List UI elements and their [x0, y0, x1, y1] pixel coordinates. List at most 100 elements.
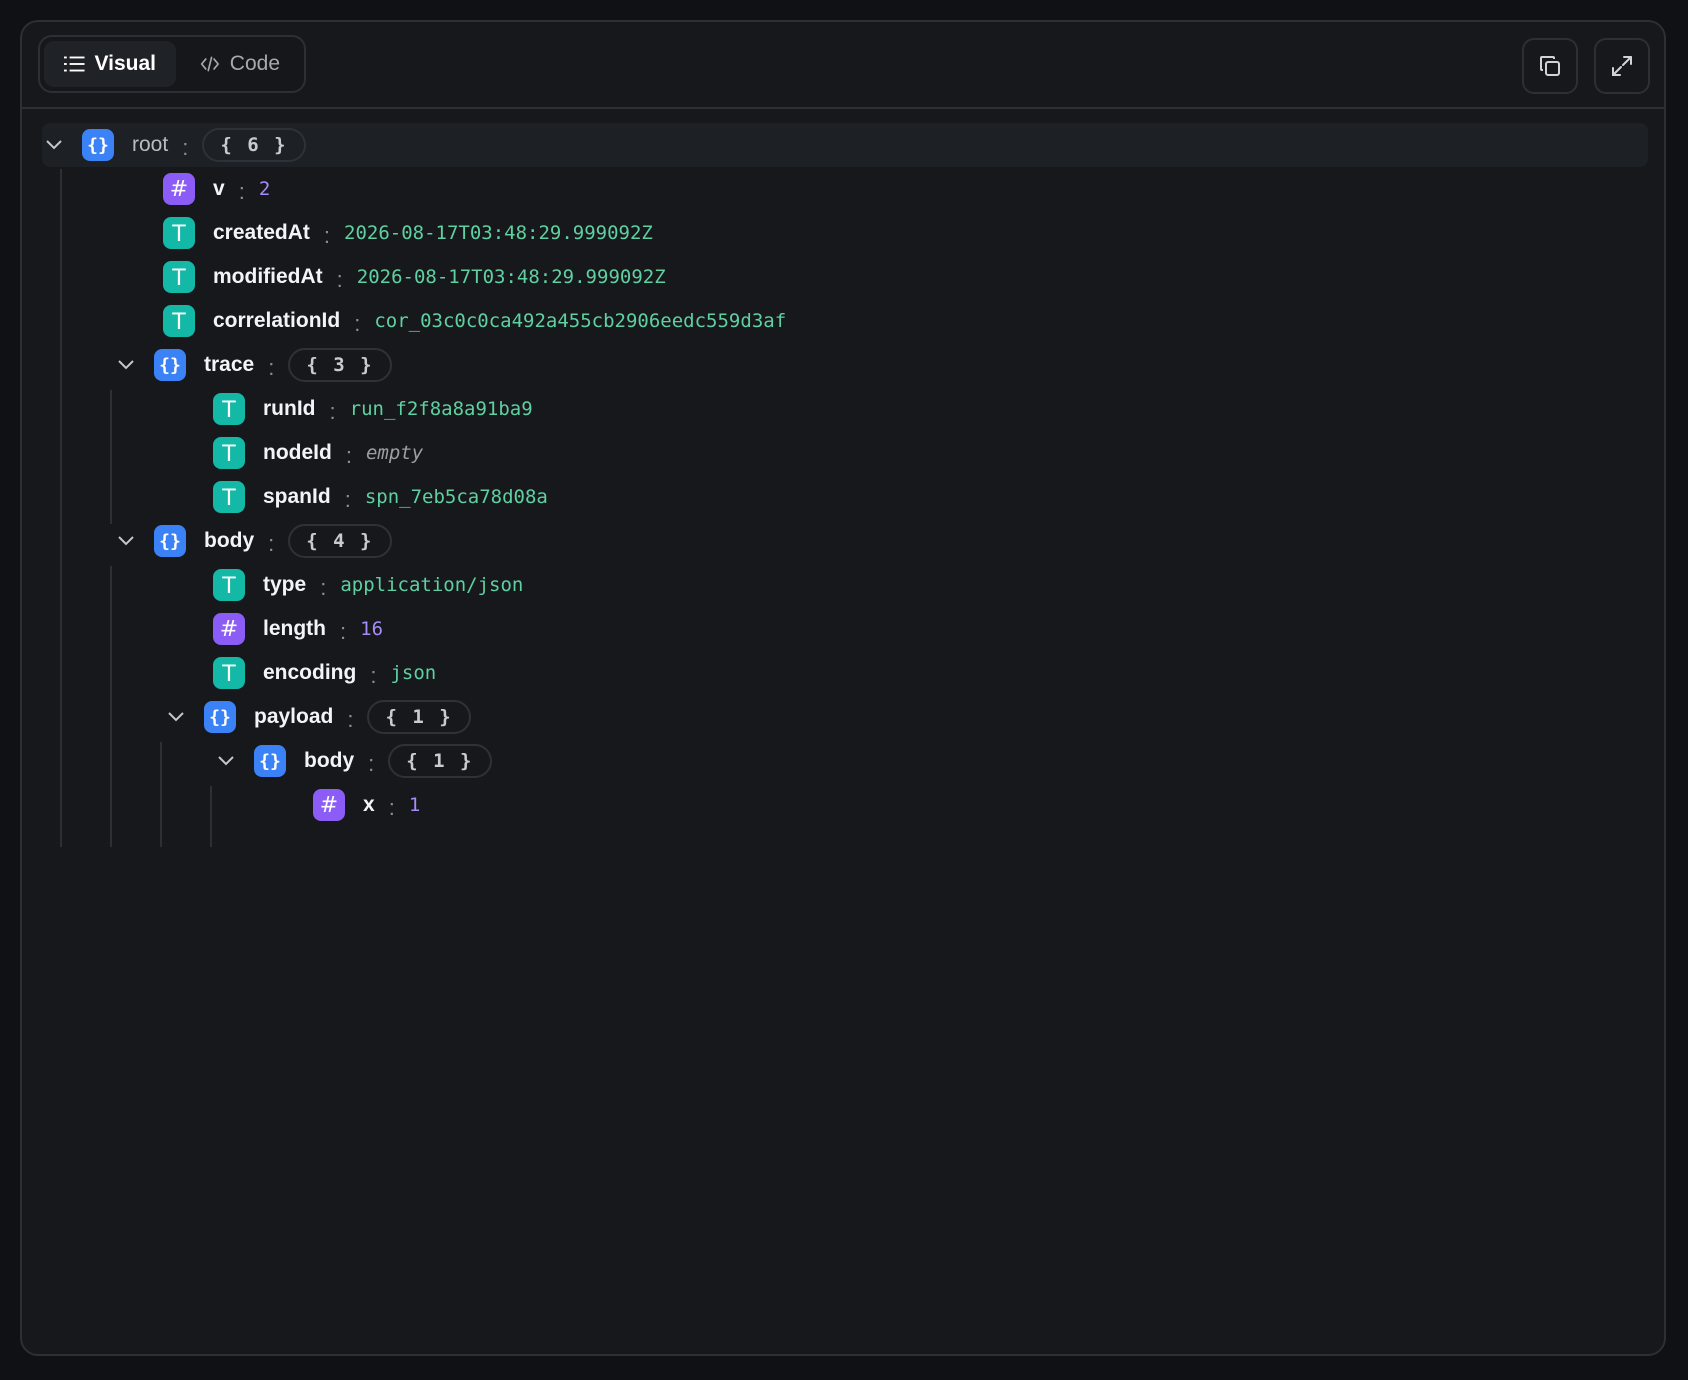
separator: : — [268, 531, 275, 556]
node-value: empty — [365, 442, 424, 464]
tree-node-modifiedAt: T modifiedAt : 2026-08-17T03:48:29.99909… — [163, 255, 666, 299]
node-key: nodeId — [263, 441, 332, 464]
tab-code-label: Code — [229, 52, 280, 75]
tree-node-payload-body: {} body : { 1 } — [212, 739, 492, 783]
node-value: run_f2f8a8a91ba9 — [349, 398, 533, 420]
separator: : — [320, 575, 327, 600]
node-key: trace — [204, 353, 255, 376]
object-type-icon: {} — [154, 525, 186, 557]
child-count-badge: { 3 } — [288, 348, 392, 382]
tree-node-spanId: T spanId : spn_7eb5ca78d08a — [213, 475, 548, 519]
separator: : — [336, 267, 343, 292]
string-type-icon: T — [163, 217, 195, 249]
separator: : — [344, 487, 351, 512]
tree-node-nodeId: T nodeId : empty — [213, 431, 423, 475]
separator: : — [340, 619, 347, 644]
string-type-icon: T — [213, 393, 245, 425]
string-type-icon: T — [163, 305, 195, 337]
node-key: root — [132, 133, 169, 156]
string-type-icon: T — [213, 437, 245, 469]
tree-node-v: # v : 2 — [163, 167, 270, 211]
chevron-down-icon — [46, 140, 62, 150]
node-key: modifiedAt — [213, 265, 323, 288]
tree-node-payload: {} payload : { 1 } — [162, 695, 471, 739]
chevron-down-icon — [168, 712, 184, 722]
node-key: v — [213, 177, 225, 200]
tree-guide-line — [110, 566, 112, 847]
collapse-toggle[interactable] — [112, 351, 140, 379]
object-type-icon: {} — [254, 745, 286, 777]
tree-node-length: # length : 16 — [213, 607, 383, 651]
node-key: body — [204, 529, 255, 552]
object-type-icon: {} — [82, 129, 114, 161]
node-value: 16 — [360, 618, 384, 640]
separator: : — [323, 223, 330, 248]
node-value: 2 — [258, 178, 271, 200]
svg-text:{}: {} — [87, 135, 109, 156]
child-count-badge: { 1 } — [388, 744, 492, 778]
string-type-icon: T — [213, 657, 245, 689]
child-count-badge: { 1 } — [367, 700, 471, 734]
tab-code[interactable]: Code — [180, 41, 300, 87]
tree-node-root: {} root : { 6 } — [40, 123, 306, 167]
svg-text:T: T — [171, 222, 186, 244]
svg-text:T: T — [221, 398, 236, 420]
node-value: 2026-08-17T03:48:29.999092Z — [344, 222, 653, 244]
tree-node-type: T type : application/json — [213, 563, 523, 607]
tree-guide-line — [60, 169, 62, 847]
separator: : — [329, 399, 336, 424]
separator: : — [368, 751, 375, 776]
number-type-icon: # — [163, 173, 195, 205]
svg-text:T: T — [221, 442, 236, 464]
node-value: application/json — [340, 574, 524, 596]
node-key: encoding — [263, 661, 357, 684]
object-type-icon: {} — [154, 349, 186, 381]
tree-node-correlationId: T correlationId : cor_03c0c0ca492a455cb2… — [163, 299, 786, 343]
collapse-toggle[interactable] — [212, 747, 240, 775]
separator: : — [238, 179, 245, 204]
object-type-icon: {} — [204, 701, 236, 733]
node-key: correlationId — [213, 309, 341, 332]
node-key: spanId — [263, 485, 331, 508]
svg-text:{}: {} — [159, 531, 181, 552]
tree-node-trace: {} trace : { 3 } — [112, 343, 392, 387]
json-viewer-panel: Visual Code {} root : { 6 } # v : 2 T cr… — [20, 20, 1666, 1356]
string-type-icon: T — [213, 481, 245, 513]
separator: : — [347, 707, 354, 732]
svg-text:T: T — [221, 486, 236, 508]
number-type-icon: # — [313, 789, 345, 821]
collapse-toggle[interactable] — [162, 703, 190, 731]
node-value: 2026-08-17T03:48:29.999092Z — [356, 266, 666, 288]
separator: : — [268, 355, 275, 380]
node-value: cor_03c0c0ca492a455cb2906eedc559d3af — [374, 310, 787, 332]
tree-node-runId: T runId : run_f2f8a8a91ba9 — [213, 387, 533, 431]
node-key: createdAt — [213, 221, 310, 244]
tree-node-createdAt: T createdAt : 2026-08-17T03:48:29.999092… — [163, 211, 653, 255]
node-key: type — [263, 573, 307, 596]
tree-node-x: # x : 1 — [313, 783, 420, 827]
svg-text:{}: {} — [259, 751, 281, 772]
string-type-icon: T — [213, 569, 245, 601]
node-key: runId — [263, 397, 316, 420]
child-count-badge: { 4 } — [288, 524, 392, 558]
expand-button[interactable] — [1594, 38, 1650, 94]
code-icon — [200, 56, 219, 72]
node-value: 1 — [408, 794, 421, 816]
chevron-down-icon — [118, 360, 134, 370]
collapse-toggle[interactable] — [40, 131, 68, 159]
toolbar: Visual Code — [22, 22, 1664, 109]
separator: : — [370, 663, 377, 688]
node-value: json — [390, 662, 437, 684]
svg-text:T: T — [171, 266, 186, 288]
collapse-toggle[interactable] — [112, 527, 140, 555]
tab-visual[interactable]: Visual — [44, 41, 176, 87]
node-key: payload — [254, 705, 334, 728]
node-key: x — [363, 793, 375, 816]
copy-button[interactable] — [1522, 38, 1578, 94]
string-type-icon: T — [163, 261, 195, 293]
chevron-down-icon — [218, 756, 234, 766]
view-mode-toggle: Visual Code — [38, 35, 306, 93]
svg-text:T: T — [221, 574, 236, 596]
tab-visual-label: Visual — [94, 52, 156, 75]
node-key: body — [304, 749, 355, 772]
